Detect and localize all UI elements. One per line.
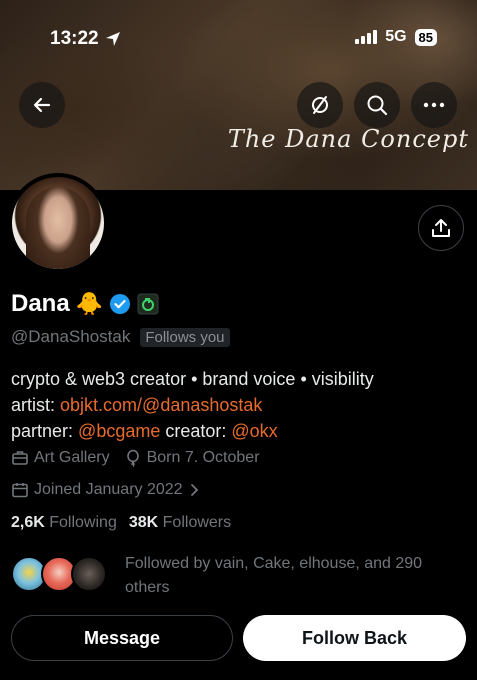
mutual-avatar	[71, 556, 107, 592]
verified-badge-icon[interactable]	[109, 293, 131, 315]
share-button[interactable]	[418, 205, 464, 251]
balloon-icon	[126, 449, 139, 467]
profile-meta-row: Art Gallery Born 7. October	[11, 449, 260, 467]
bcgame-link[interactable]: @bcgame	[78, 421, 160, 441]
chevron-right-icon	[190, 484, 198, 496]
followed-by-text: Followed by vain, Cake, elhouse, and 290…	[125, 555, 423, 596]
arrow-left-icon	[33, 97, 51, 113]
chick-emoji: 🐥	[75, 291, 104, 316]
follows-you-badge: Follows you	[140, 327, 230, 347]
follow-counts: 2,6K Following 38K Followers	[11, 514, 231, 532]
joined-row: Joined January 2022	[11, 481, 200, 499]
more-horizontal-icon	[423, 102, 445, 108]
following-count-link[interactable]: 2,6K Following	[11, 514, 117, 532]
search-icon	[367, 95, 388, 116]
affiliate-badge-icon[interactable]	[137, 293, 159, 315]
status-bar-time: 13:22	[50, 28, 121, 50]
status-bar-right: 5G 85	[355, 28, 437, 46]
category-item: Art Gallery	[11, 449, 110, 467]
bio-line-3: partner: @bcgame creator: @okx	[11, 421, 278, 441]
calendar-icon	[12, 483, 28, 498]
briefcase-icon	[12, 451, 28, 465]
banner-script-title: The Dana Concept	[227, 125, 469, 153]
more-button[interactable]	[411, 82, 457, 128]
okx-link[interactable]: @okx	[231, 421, 277, 441]
profile-handle: @DanaShostak	[11, 327, 131, 346]
signal-icon	[355, 30, 378, 44]
network-label: 5G	[385, 28, 407, 45]
hide-button[interactable]	[297, 82, 343, 128]
profile-bio: crypto & web3 creator • brand voice • vi…	[11, 366, 471, 444]
avatar[interactable]	[8, 173, 108, 273]
birthday-item: Born 7. October	[124, 449, 260, 467]
follow-back-button[interactable]: Follow Back	[243, 615, 466, 661]
profile-name: Dana	[11, 290, 70, 317]
objkt-link[interactable]: objkt.com/@danashostak	[60, 395, 262, 415]
mutual-avatars	[11, 556, 107, 592]
bio-line-2: artist: objkt.com/@danashostak	[11, 395, 263, 415]
bio-line-1: crypto & web3 creator • brand voice • vi…	[11, 369, 374, 389]
profile-name-row: Dana 🐥	[11, 290, 159, 318]
circle-slash-icon	[312, 96, 328, 114]
followed-by-strip[interactable]: Followed by vain, Cake, elhouse, and 290…	[11, 552, 455, 600]
joined-item[interactable]: Joined January 2022	[11, 481, 200, 499]
search-button[interactable]	[354, 82, 400, 128]
location-arrow-icon	[105, 32, 120, 46]
handle-row: @DanaShostak Follows you	[11, 327, 230, 347]
message-button[interactable]: Message	[11, 615, 233, 661]
share-icon	[432, 219, 450, 237]
back-button[interactable]	[19, 82, 65, 128]
battery-icon: 85	[414, 28, 437, 46]
followers-count-link[interactable]: 38K Followers	[129, 514, 231, 532]
